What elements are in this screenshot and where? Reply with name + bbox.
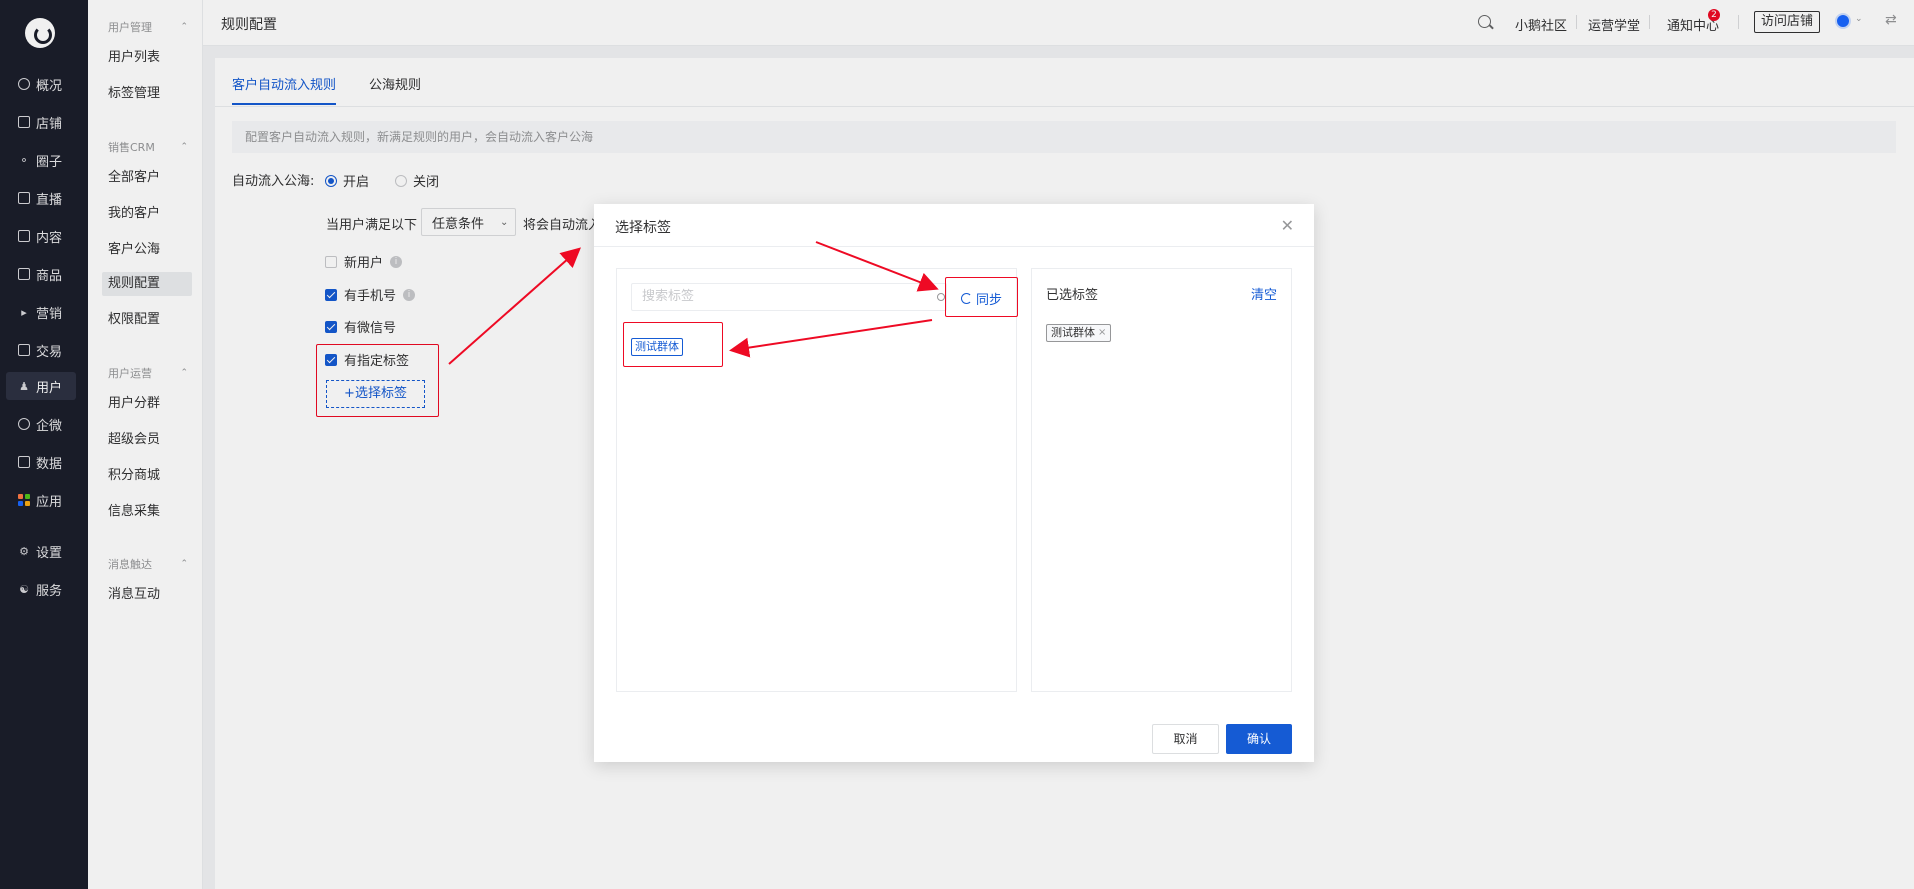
dialog-title: 选择标签 — [615, 220, 671, 236]
confirm-button[interactable]: 确认 — [1226, 724, 1292, 754]
selected-tags-panel: 已选标签 清空 测试群体 × — [1031, 268, 1292, 692]
remove-icon[interactable]: × — [1098, 325, 1106, 341]
selected-tag: 测试群体 × — [1046, 324, 1112, 342]
selected-tags-title: 已选标签 — [1046, 288, 1099, 303]
dialog-divider — [594, 246, 1314, 247]
annotation-box — [623, 322, 723, 367]
close-icon[interactable]: ✕ — [1281, 216, 1294, 235]
tag-search-input[interactable]: 搜索标签 — [631, 283, 947, 311]
search-icon[interactable] — [937, 293, 945, 301]
clear-button[interactable]: 清空 — [1251, 284, 1277, 303]
annotation-box — [945, 277, 1018, 317]
cancel-button[interactable]: 取消 — [1152, 724, 1219, 754]
